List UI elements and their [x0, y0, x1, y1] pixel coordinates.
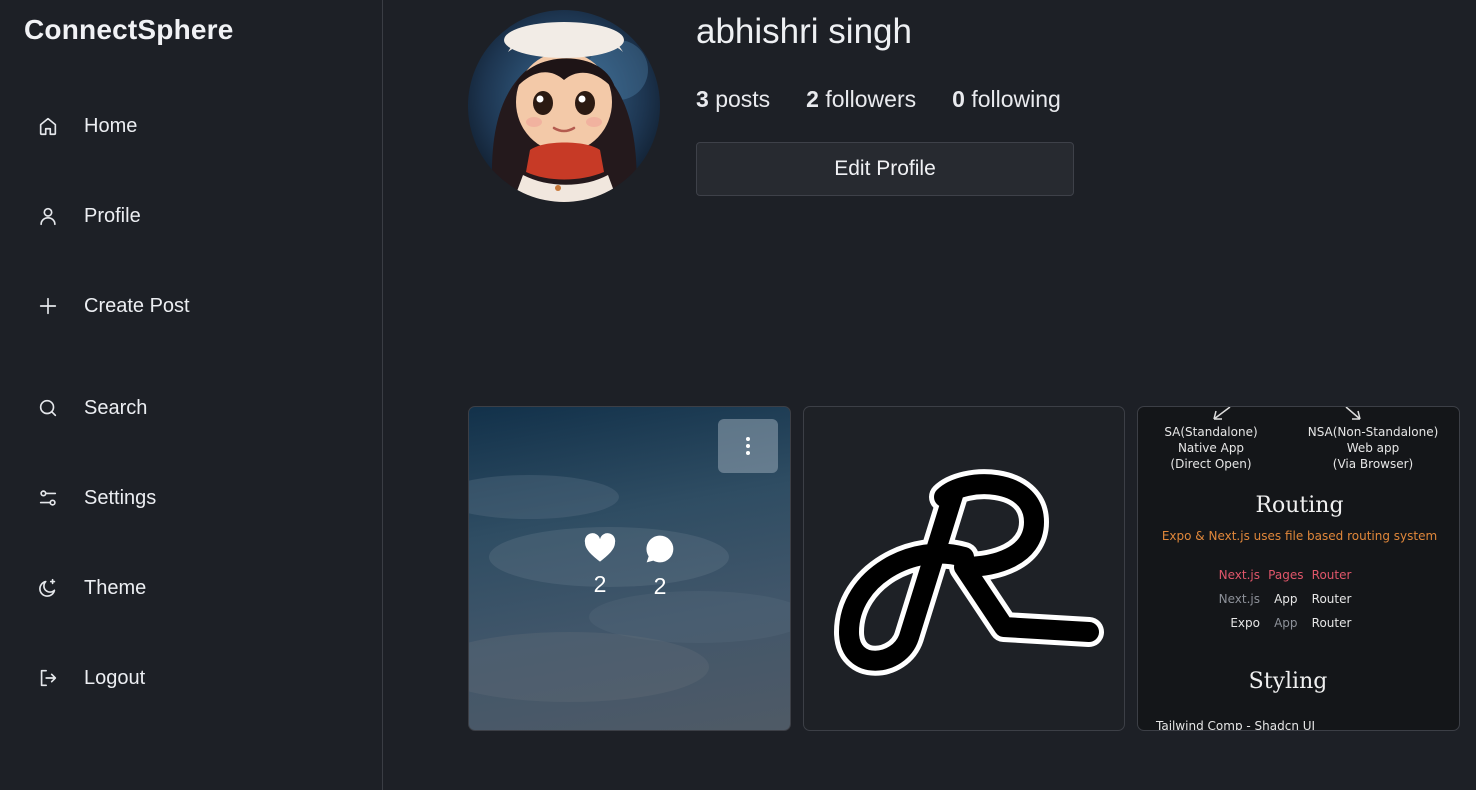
sidebar-item-settings[interactable]: Settings	[36, 478, 356, 518]
sidebar-item-logout[interactable]: Logout	[36, 658, 356, 698]
sidebar-item-label: Theme	[84, 576, 147, 599]
post-image-logo	[834, 469, 1104, 676]
note-line: Native App	[1177, 441, 1245, 455]
note-line: Web app	[1346, 441, 1400, 455]
home-icon	[36, 114, 60, 138]
comment-count: 2	[653, 573, 667, 599]
profile-stats: 3 posts 2 followers 0 following	[696, 86, 1097, 113]
sidebar-item-label: Logout	[84, 666, 146, 689]
note-standalone: SA(Standalone) Native App (Direct Open)	[1152, 424, 1270, 472]
comment-icon	[646, 535, 674, 563]
note-line: (Via Browser)	[1332, 457, 1414, 471]
note-styling-title: Styling	[1248, 669, 1328, 694]
followers-stat[interactable]: 2 followers	[806, 86, 916, 113]
post-card[interactable]: 2 2	[468, 406, 791, 731]
note-non-standalone: NSA(Non-Standalone) Web app (Via Browser…	[1303, 424, 1443, 472]
following-label: following	[971, 86, 1061, 112]
like-count: 2	[593, 571, 607, 597]
note-row: Next.js Pages Router	[1198, 567, 1418, 583]
note-cell: Next.js	[1218, 568, 1260, 582]
app-root: ConnectSphere Home Profile Create Post S…	[0, 0, 1476, 790]
following-count: 0	[952, 86, 965, 112]
sidebar-item-theme[interactable]: Theme	[36, 568, 356, 608]
note-routing-title: Routing	[1255, 493, 1344, 518]
sidebar-item-create-post[interactable]: Create Post	[36, 286, 356, 326]
followers-count: 2	[806, 86, 819, 112]
plus-icon	[36, 294, 60, 318]
search-icon	[36, 396, 60, 420]
avatar-illustration	[468, 10, 660, 202]
sidebar-item-label: Home	[84, 114, 138, 137]
following-stat[interactable]: 0 following	[952, 86, 1061, 113]
sidebar-item-search[interactable]: Search	[36, 388, 356, 428]
note-row: Expo App Router	[1198, 615, 1418, 631]
post-menu-button[interactable]	[718, 419, 778, 473]
note-cell: App	[1274, 616, 1298, 630]
note-cell: App	[1274, 592, 1298, 606]
logout-icon	[36, 666, 60, 690]
sidebar-item-profile[interactable]: Profile	[36, 196, 356, 236]
user-icon	[36, 204, 60, 228]
sidebar-item-label: Create Post	[84, 294, 190, 317]
sliders-icon	[36, 486, 60, 510]
sidebar: ConnectSphere Home Profile Create Post S…	[0, 0, 383, 790]
note-cell: Router	[1311, 592, 1352, 606]
posts-stat[interactable]: 3 posts	[696, 86, 770, 113]
note-line: SA(Standalone)	[1164, 425, 1258, 439]
note-cell: Expo	[1230, 616, 1260, 630]
posts-label: posts	[715, 86, 771, 112]
post-card[interactable]	[803, 406, 1125, 731]
sidebar-item-label: Profile	[84, 204, 141, 227]
posts-count: 3	[696, 86, 709, 112]
note-styling-subtitle: Tailwind Comp - Shadcn UI	[1156, 719, 1316, 731]
note-routing-subtitle: Expo & Next.js uses file based routing s…	[1161, 529, 1438, 543]
note-cell: Router	[1311, 616, 1352, 630]
profile-username: abhishri singh	[696, 12, 912, 51]
heart-icon	[584, 533, 616, 562]
sidebar-item-label: Search	[84, 396, 148, 419]
note-line: (Direct Open)	[1170, 457, 1252, 471]
brand-logo[interactable]: ConnectSphere	[24, 14, 234, 46]
sidebar-item-label: Settings	[84, 486, 157, 509]
like-stat[interactable]: 2	[580, 533, 620, 598]
more-vertical-icon	[746, 437, 750, 455]
sidebar-item-home[interactable]: Home	[36, 106, 356, 146]
note-cell: Next.js	[1218, 592, 1260, 606]
comment-stat[interactable]: 2	[640, 533, 680, 600]
profile-avatar	[468, 10, 660, 202]
edit-profile-button[interactable]: Edit Profile	[696, 142, 1074, 196]
post-card[interactable]: SA(Standalone) Native App (Direct Open) …	[1137, 406, 1460, 731]
note-row: Next.js App Router	[1198, 591, 1418, 607]
note-cell: Pages	[1268, 568, 1304, 582]
note-line: NSA(Non-Standalone)	[1307, 425, 1439, 439]
followers-label: followers	[825, 86, 917, 112]
moon-icon	[36, 576, 60, 600]
note-cell: Router	[1311, 568, 1352, 582]
